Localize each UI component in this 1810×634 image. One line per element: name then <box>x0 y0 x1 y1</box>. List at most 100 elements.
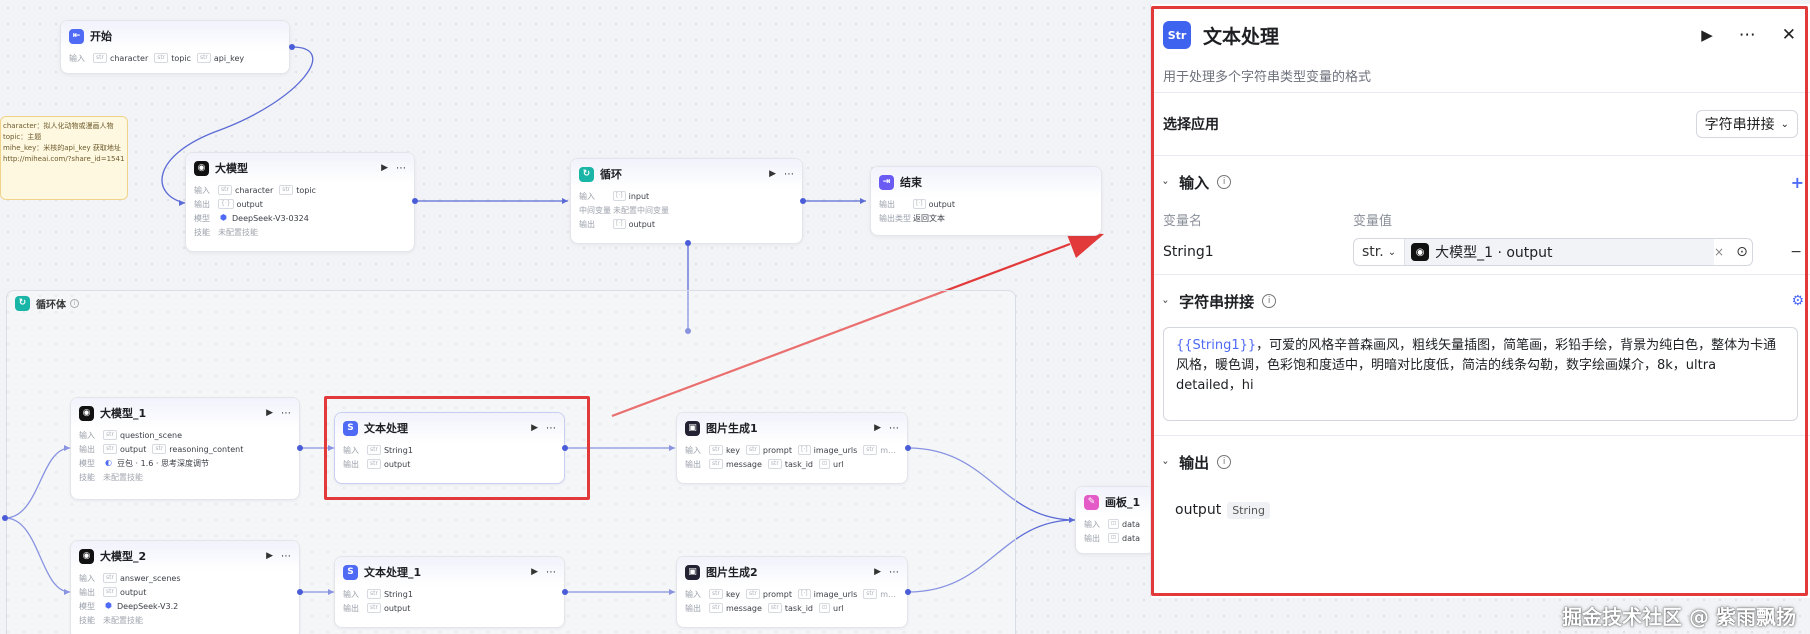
input-tag: character <box>109 53 149 63</box>
chevron-right-icon[interactable]: › <box>1160 299 1171 303</box>
run-icon[interactable]: ▶ <box>874 567 881 578</box>
skill-value: 未配置技能 <box>218 227 258 237</box>
section-title: 输出 <box>1179 453 1210 472</box>
node-title: 大模型_2 <box>100 550 147 563</box>
mid-value: 未配置中间变量 <box>613 205 669 215</box>
close-icon[interactable]: ✕ <box>1782 25 1796 45</box>
clear-icon[interactable]: × <box>1714 245 1724 259</box>
output-port[interactable] <box>297 589 303 595</box>
info-icon[interactable]: i <box>70 298 79 308</box>
output-port[interactable] <box>297 445 303 451</box>
row-label: 输出 <box>579 219 595 229</box>
more-icon[interactable]: ⋯ <box>396 163 406 174</box>
note-line: http://miheai.com/?share_id=15412 <box>3 155 125 163</box>
input-tag: String1 <box>383 589 413 599</box>
workflow-canvas[interactable]: character：拟人化动物或漫画人物 topic：主题 mihe_key：米… <box>0 0 1810 634</box>
node-title: 图片生成2 <box>706 566 758 579</box>
output-port[interactable] <box>412 198 418 204</box>
model-name: 豆包 · 1.6 · 思考深度调节 <box>116 458 209 468</box>
output-port[interactable] <box>905 445 911 451</box>
info-icon[interactable]: i <box>1262 294 1277 308</box>
input-tag: key <box>725 589 740 599</box>
row-label: 技能 <box>79 615 95 625</box>
loop-start-port[interactable] <box>2 515 8 521</box>
row-label: 输入 <box>579 191 595 201</box>
chevron-right-icon[interactable]: › <box>1160 180 1171 184</box>
output-port[interactable] <box>562 445 568 451</box>
node-image-gen-2[interactable]: ▣ 图片生成2 ▶ ⋯ 输入 str key str prompt [·] image_… <box>676 556 908 628</box>
more-icon[interactable]: ⋯ <box>281 408 291 419</box>
chevron-right-icon[interactable]: › <box>1160 460 1171 464</box>
node-title: 大模型 <box>215 162 248 175</box>
node-title: 图片生成1 <box>706 422 758 435</box>
output-port[interactable] <box>289 44 295 50</box>
note-line: mihe_key：米核的api_key 获取地址 <box>3 144 121 152</box>
remove-icon[interactable]: − <box>1790 244 1802 260</box>
loop-icon: ↻ <box>15 295 30 311</box>
settings-icon[interactable]: ⚙ <box>1791 293 1804 309</box>
info-icon[interactable]: i <box>1217 175 1232 189</box>
run-icon[interactable]: ▶ <box>381 163 388 174</box>
row-label: 输出 <box>194 199 210 209</box>
sticky-note[interactable]: character：拟人化动物或漫画人物 topic：主题 mihe_key：米… <box>0 116 128 200</box>
node-llm-1[interactable]: ◉ 大模型_1 ▶ ⋯ 输入 str question_scene 输出 str ou… <box>70 397 300 500</box>
input-tag: image_urls <box>813 589 858 599</box>
row-label: 模型 <box>79 458 95 468</box>
node-settings-panel: Str 文本处理 ▶ ⋯ ✕ 用于处理多个字符串类型变量的格式 选择应用 字符串… <box>1150 4 1810 598</box>
node-loop[interactable]: ↻ 循环 ▶ ⋯ 输入 [·] input 中间变量 未配置中间变量 输出 [·] o… <box>570 158 803 244</box>
node-llm[interactable]: ◉ 大模型 ▶ ⋯ 输入 str character str topic 输出 {·}… <box>185 152 415 252</box>
skill-value: 未配置技能 <box>103 615 143 625</box>
output-tag: url <box>833 603 844 613</box>
info-icon[interactable]: i <box>1217 455 1232 469</box>
variable-picker-icon[interactable]: ⊙ <box>1732 244 1752 260</box>
variable-value-field[interactable]: str. ⌄ ◉ 大模型_1 · output × ⊙ <box>1353 238 1753 266</box>
chevron-down-icon: ⌄ <box>1387 246 1397 258</box>
type-select[interactable]: str. ⌄ <box>1354 239 1406 265</box>
node-image-gen-1[interactable]: ▣ 图片生成1 ▶ ⋯ 输入 str key str prompt [·] image_… <box>676 412 908 484</box>
more-icon[interactable]: ⋯ <box>784 169 794 180</box>
node-start[interactable]: ⇤ 开始 输入 str character str topic str api_key <box>60 20 290 74</box>
row-label: 输入 <box>194 185 210 195</box>
more-icon[interactable]: ⋯ <box>281 551 291 562</box>
run-icon[interactable]: ▶ <box>531 567 538 578</box>
row-label: 输出类型 <box>879 213 911 223</box>
node-canvas[interactable]: ✎ 画板_1 输入 ⊡ data 输出 ⊡ data <box>1075 486 1155 554</box>
output-port[interactable] <box>562 589 568 595</box>
more-icon[interactable]: ⋯ <box>889 423 899 434</box>
more-icon[interactable]: ⋯ <box>889 567 899 578</box>
run-icon[interactable]: ▶ <box>1701 26 1713 44</box>
app-select[interactable]: 字符串拼接 ⌄ <box>1695 110 1798 138</box>
output-port[interactable] <box>905 589 911 595</box>
column-header: 变量值 <box>1353 213 1393 229</box>
text-processing-icon: S <box>343 564 358 580</box>
run-icon[interactable]: ▶ <box>874 423 881 434</box>
input-tag: input <box>628 191 650 201</box>
node-text-processing-1[interactable]: S 文本处理_1 ▶ ⋯ 输入 str String1 输出 str output <box>334 556 565 628</box>
output-port[interactable] <box>800 198 806 204</box>
run-icon[interactable]: ▶ <box>266 551 273 562</box>
more-icon[interactable]: ⋯ <box>546 567 556 578</box>
loop-body-port[interactable] <box>685 240 691 246</box>
run-icon[interactable]: ▶ <box>266 408 273 419</box>
run-icon[interactable]: ▶ <box>769 169 776 180</box>
row-label: 输入 <box>1084 519 1100 529</box>
output-tag: reasoning_content <box>169 444 244 454</box>
output-tag: output <box>928 199 955 209</box>
note-line: character：拟人化动物或漫画人物 <box>3 122 114 130</box>
node-end[interactable]: ⇥ 结束 输出 [·] output 输出类型 返回文本 <box>870 166 1102 236</box>
more-icon[interactable]: ⋯ <box>1739 25 1756 45</box>
input-tag: image_urls <box>813 445 858 455</box>
more-icon[interactable]: ⋯ <box>546 423 556 434</box>
run-icon[interactable]: ▶ <box>531 423 538 434</box>
row-label: 输出 <box>79 587 95 597</box>
row-label: 技能 <box>79 472 95 482</box>
template-editor[interactable]: {{String1}}，可爱的风格辛普森画风，粗线矢量插图，简笔画，彩铅手绘，背… <box>1163 327 1798 421</box>
section-title: 字符串拼接 <box>1179 292 1255 311</box>
variable-row: String1 str. ⌄ ◉ 大模型_1 · output × ⊙ − <box>1163 230 1802 274</box>
node-text-processing[interactable]: S 文本处理 ▶ ⋯ 输入 str String1 输出 str output <box>334 412 565 484</box>
panel-title: 文本处理 <box>1203 25 1280 48</box>
input-section: › 输入 i + 变量名 变量值 String1 str. ⌄ ◉ 大模型_1 ·… <box>1151 155 1810 274</box>
node-llm-2[interactable]: ◉ 大模型_2 ▶ ⋯ 输入 str answer_scenes 输出 str out… <box>70 540 300 634</box>
add-icon[interactable]: + <box>1791 173 1804 192</box>
variable-reference[interactable]: ◉ 大模型_1 · output <box>1405 239 1714 265</box>
